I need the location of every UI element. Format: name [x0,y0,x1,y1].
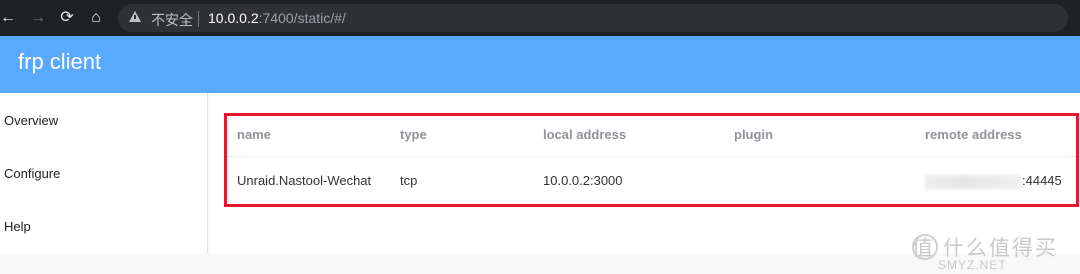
main-content: name type local address plugin remote ad… [209,93,1080,253]
proxy-type: tcp [400,173,418,188]
sidebar: Overview Configure Help [0,93,208,253]
app-header: frp client [0,36,1080,93]
column-header-remote-address: remote address [925,127,1022,142]
app-title: frp client [18,49,102,74]
url-text[interactable]: 10.0.0.2:7400/static/#/ [208,10,346,26]
column-header-name: name [237,127,271,142]
table-header: name type local address plugin remote ad… [225,113,1079,157]
sidebar-item-configure[interactable]: Configure [4,166,60,181]
remote-port: :44445 [1022,173,1062,188]
sidebar-item-overview[interactable]: Overview [4,113,58,128]
url-path: :7400/static/#/ [258,10,346,26]
reload-icon[interactable]: ⟳ [55,6,79,30]
warning-icon [129,11,141,22]
home-icon[interactable]: ⌂ [84,6,108,30]
browser-toolbar: ← → ⟳ ⌂ 不安全 10.0.0.2:7400/static/#/ [0,0,1080,36]
address-bar[interactable]: 不安全 10.0.0.2:7400/static/#/ [118,4,1068,32]
column-header-plugin: plugin [734,127,773,142]
watermark-subtext: SMYZ.NET [938,258,1007,272]
table-row[interactable]: Unraid.Nastool-Wechat tcp 10.0.0.2:3000 … [225,158,1079,204]
url-divider [198,11,199,27]
sidebar-item-help[interactable]: Help [4,219,31,234]
back-icon[interactable]: ← [0,6,20,30]
redacted-host [925,174,1021,189]
url-host: 10.0.0.2 [208,10,259,26]
forward-icon[interactable]: → [26,6,50,30]
proxy-remote-address: :44445 [925,158,1062,204]
column-header-local-address: local address [543,127,627,142]
proxy-name: Unraid.Nastool-Wechat [237,173,372,188]
proxy-local-address: 10.0.0.2:3000 [543,173,623,188]
insecure-label: 不安全 [151,12,193,28]
column-header-type: type [400,127,427,142]
